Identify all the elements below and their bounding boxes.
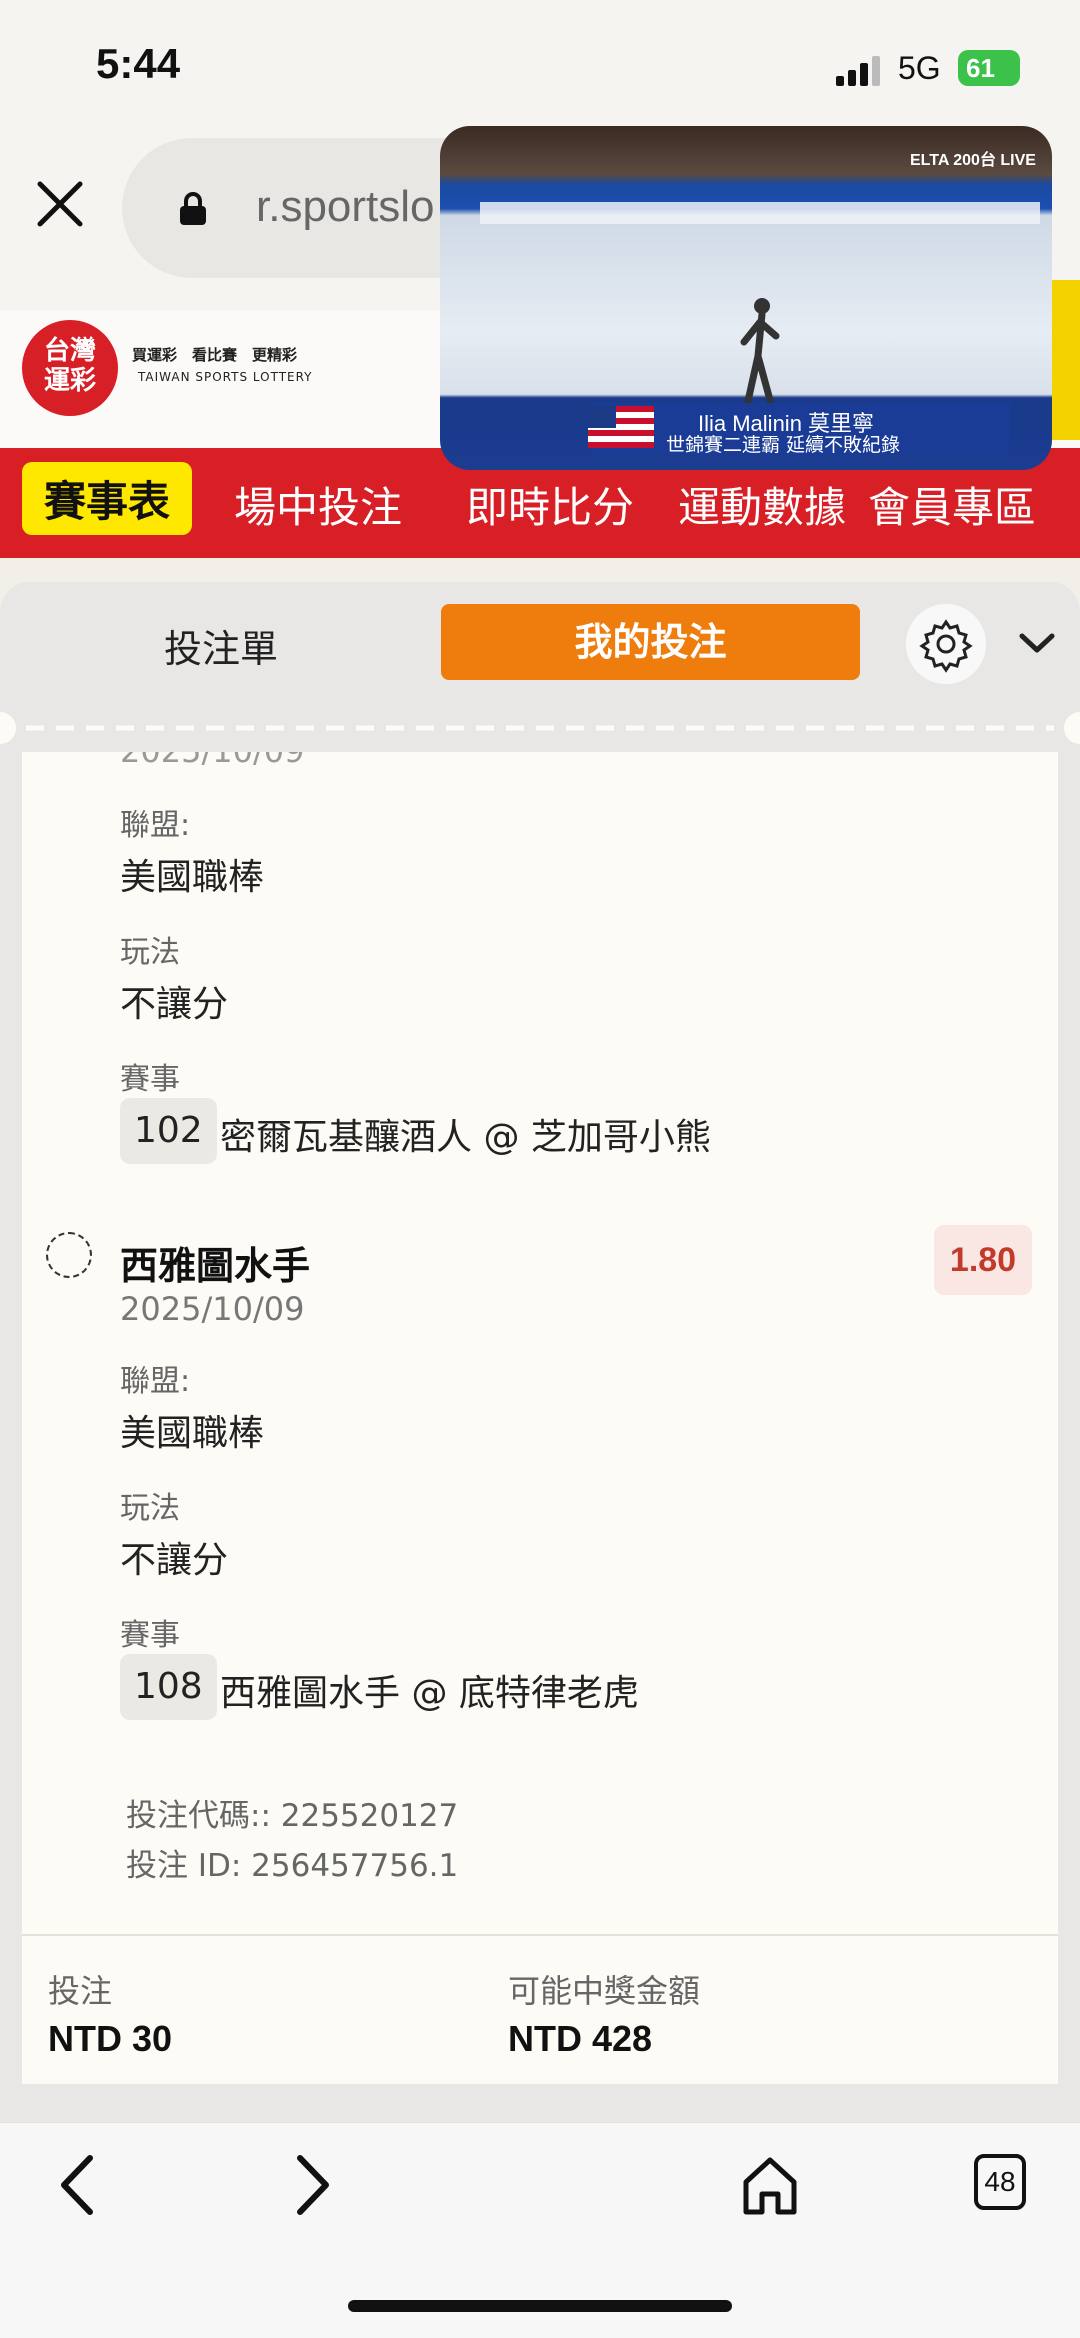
league-value: 美國職棒 — [120, 1413, 265, 1454]
us-flag-icon — [588, 406, 654, 448]
dashed-divider — [0, 712, 1080, 744]
nav-item-schedule[interactable]: 賽事表 — [22, 462, 193, 535]
close-icon[interactable] — [34, 178, 86, 230]
decor-strip — [1052, 280, 1080, 440]
tab-my-bets[interactable]: 我的投注 — [441, 604, 860, 680]
play-label: 玩法 — [120, 1491, 180, 1526]
logo-text: 台灣運彩 — [43, 336, 96, 396]
forward-icon[interactable] — [280, 2150, 340, 2220]
video-pip[interactable]: ELTA 200台 LIVE Ilia Malinin 莫里寧 世錦賽二連霸 延… — [440, 126, 1052, 470]
nav-item-live-scores[interactable]: 即時比分 — [466, 474, 634, 535]
gear-icon[interactable] — [906, 604, 986, 684]
skater-figure — [740, 298, 780, 405]
play-value: 不讓分 — [120, 1540, 229, 1581]
signal-icon — [836, 56, 884, 86]
status-time: 5:44 — [96, 40, 181, 87]
play-value: 不讓分 — [120, 984, 229, 1025]
home-indicator — [348, 2300, 732, 2312]
video-boards — [480, 202, 1040, 224]
battery-level: 61 — [966, 53, 995, 83]
logo-subtitle: TAIWAN SPORTS LOTTERY — [138, 370, 313, 384]
network-type: 5G — [898, 50, 941, 86]
logo-slogan: 買運彩 看比賽 更精彩 — [132, 346, 298, 364]
nav-item-live-betting[interactable]: 場中投注 — [234, 474, 402, 535]
url-text: r.sportslo — [256, 182, 435, 231]
video-channel-logo: ELTA 200台 LIVE — [910, 152, 1036, 169]
payout-label: 可能中獎金額 — [508, 1972, 701, 2010]
odds-badge: 1.80 — [934, 1225, 1032, 1295]
event-name: 密爾瓦基釀酒人 @ 芝加哥小熊 — [220, 1117, 711, 1158]
chevron-down-icon[interactable] — [1018, 628, 1056, 658]
bet-team: 西雅圖水手 — [120, 1244, 311, 1288]
event-label: 賽事 — [120, 1062, 180, 1097]
bet-date: 2025/10/09 — [120, 752, 304, 770]
stake-value: NTD 30 — [48, 2018, 173, 2059]
bet-select-radio[interactable] — [46, 1232, 92, 1278]
status-bar: 5:44 5G 61 — [0, 0, 1080, 130]
league-label: 聯盟: — [120, 808, 191, 843]
nav-item-member[interactable]: 會員專區 — [868, 474, 1036, 535]
event-number: 102 — [120, 1098, 217, 1164]
tabs-button[interactable]: 48 — [974, 2154, 1026, 2210]
home-icon[interactable] — [740, 2150, 800, 2220]
play-label: 玩法 — [120, 935, 180, 970]
event-name: 西雅圖水手 @ 底特律老虎 — [220, 1673, 639, 1714]
payout-value: NTD 428 — [508, 2018, 653, 2059]
back-icon[interactable] — [50, 2150, 110, 2220]
site-logo[interactable]: 台灣運彩 — [22, 320, 118, 416]
bet-date: 2025/10/09 — [120, 1290, 305, 1328]
event-number: 108 — [120, 1654, 217, 1720]
battery-icon: 61 — [958, 50, 1020, 86]
lock-icon — [180, 192, 206, 225]
stake-label: 投注 — [48, 1972, 113, 2010]
bet-code: 投注代碼:: 225520127 — [126, 1798, 459, 1834]
event-label: 賽事 — [120, 1618, 180, 1653]
video-caption-line: 世錦賽二連霸 延續不敗紀錄 — [666, 434, 901, 456]
league-label: 聯盟: — [120, 1364, 191, 1399]
nav-item-sports-data[interactable]: 運動數據 — [678, 474, 846, 535]
tab-betslip[interactable]: 投注單 — [164, 618, 278, 673]
card-divider — [22, 1934, 1058, 1936]
league-value: 美國職棒 — [120, 857, 265, 898]
bet-id: 投注 ID: 256457756.1 — [126, 1848, 459, 1884]
